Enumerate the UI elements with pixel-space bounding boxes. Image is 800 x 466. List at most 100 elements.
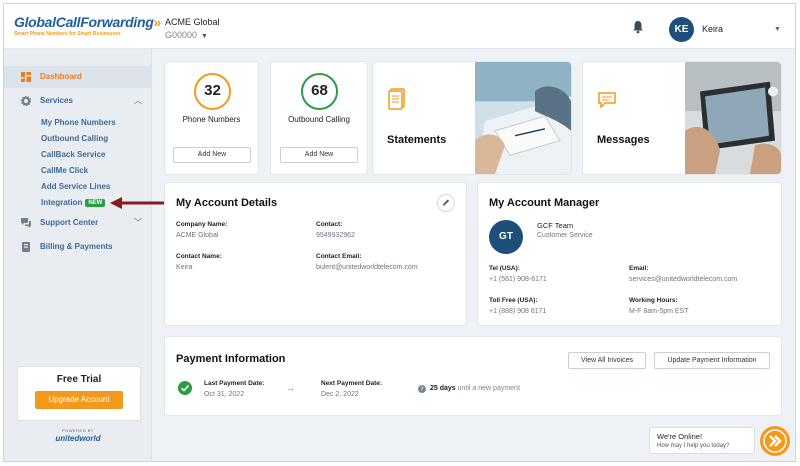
top-bar: GlobalCallForwarding» Smart Phone Number… — [4, 4, 795, 49]
powered-by-label: POWERED BY — [61, 428, 95, 433]
sidebar-subitem-outbound-calling[interactable]: Outbound Calling — [41, 134, 108, 143]
logo-tagline: Smart Phone Numbers for Smart Businesses — [14, 31, 121, 37]
user-menu-chevron-icon[interactable]: ▼ — [774, 26, 781, 33]
manager-tel-label: Tel (USA): — [489, 265, 520, 272]
chat-bubble[interactable]: We're Online! How may I help you today? — [649, 427, 755, 454]
messages-photo — [685, 62, 781, 174]
sidebar-item-label: Support Center — [40, 218, 99, 227]
chat-title: We're Online! — [657, 432, 703, 441]
phone-numbers-count: 32 — [194, 73, 231, 110]
powered-by: POWERED BY unitedworld — [54, 428, 102, 443]
contact-label: Contact: — [316, 221, 343, 228]
outbound-calling-card: 68 Outbound Calling Add New — [270, 61, 368, 175]
check-circle-icon — [178, 381, 192, 395]
sidebar-subitem-label: Integration — [41, 198, 83, 207]
double-chevron-icon — [763, 429, 787, 453]
account-details-card: My Account Details Company Name: ACME Gl… — [164, 182, 467, 326]
view-all-invoices-button[interactable]: View All Invoices — [568, 352, 646, 369]
chat-icon — [21, 218, 31, 228]
sidebar-item-support-center[interactable]: Support Center ﹀ — [4, 212, 152, 234]
contact-name-value: Keira — [176, 264, 193, 271]
manager-email-value: services@unitedworldtelecom.com — [629, 276, 738, 283]
payment-info-card: Payment Information View All Invoices Up… — [164, 336, 782, 416]
sidebar-item-billing[interactable]: Billing & Payments — [4, 236, 152, 258]
sidebar-subitem-add-service-lines[interactable]: Add Service Lines — [41, 182, 110, 191]
manager-name: GCF Team — [537, 221, 574, 230]
chat-launcher-button[interactable] — [760, 426, 790, 456]
add-phone-number-button[interactable]: Add New — [173, 147, 251, 163]
company-name-value: ACME Global — [176, 232, 219, 239]
sidebar-item-label: Billing & Payments — [40, 242, 113, 251]
sidebar-subitem-callme-click[interactable]: CallMe Click — [41, 166, 88, 175]
contact-email-label: Contact Email: — [316, 253, 362, 260]
phone-numbers-label: Phone Numbers — [182, 115, 241, 124]
payment-info-title: Payment Information — [176, 353, 286, 365]
statements-card[interactable]: Statements — [372, 61, 572, 175]
company-id: G00000 — [165, 30, 198, 40]
payment-countdown: 25 days until a new payment — [430, 385, 520, 392]
sidebar: Dashboard Services ︿ My Phone Numbers Ou… — [4, 49, 152, 461]
brand-logo[interactable]: GlobalCallForwarding» Smart Phone Number… — [14, 14, 161, 42]
free-trial-title: Free Trial — [56, 374, 102, 385]
bell-icon[interactable] — [632, 20, 644, 34]
chat-subtitle: How may I help you today? — [657, 443, 730, 449]
app-window: GlobalCallForwarding» Smart Phone Number… — [3, 3, 796, 462]
sidebar-item-dashboard[interactable]: Dashboard — [4, 66, 152, 88]
messages-title: Messages — [597, 134, 650, 146]
svg-text:?: ? — [420, 386, 423, 393]
new-badge: NEW — [85, 198, 106, 207]
chevron-up-icon[interactable]: ︿ — [134, 90, 142, 112]
chevron-down-icon: ▼ — [201, 33, 208, 40]
billing-icon — [22, 242, 30, 252]
contact-value: 9549932962 — [316, 232, 355, 239]
manager-tollfree-value: +1 (888) 908 6171 — [489, 308, 547, 315]
manager-hours-label: Working Hours: — [629, 297, 678, 304]
update-payment-info-button[interactable]: Update Payment Information — [654, 352, 770, 369]
pencil-icon — [442, 199, 450, 206]
edit-account-button[interactable] — [437, 194, 455, 212]
logo-name: GlobalCallForwarding — [14, 14, 154, 30]
arrow-right-icon: → — [286, 383, 295, 393]
last-payment-value: Oct 31, 2022 — [204, 391, 245, 398]
company-selector[interactable]: ACME Global G00000 ▼ — [165, 17, 220, 40]
company-name: ACME Global — [165, 17, 220, 27]
free-trial-card: Free Trial Upgrade Account — [17, 366, 141, 421]
dashboard-icon — [21, 72, 31, 82]
statements-icon — [388, 88, 405, 110]
add-outbound-calling-button[interactable]: Add New — [280, 147, 358, 163]
messages-card[interactable]: Messages — [582, 61, 782, 175]
messages-icon — [598, 92, 616, 108]
logo-chevron-icon: » — [153, 14, 161, 30]
outbound-calling-label: Outbound Calling — [288, 115, 350, 124]
next-payment-value: Dec 2, 2022 — [321, 391, 359, 398]
sidebar-subitem-my-phone-numbers[interactable]: My Phone Numbers — [41, 118, 116, 127]
upgrade-account-button[interactable]: Upgrade Account — [35, 391, 123, 409]
account-manager-title: My Account Manager — [489, 197, 600, 209]
unitedworld-logo: unitedworld — [55, 434, 101, 443]
outbound-calling-count: 68 — [301, 73, 338, 110]
phone-numbers-card: 32 Phone Numbers Add New — [164, 61, 259, 175]
next-payment-label: Next Payment Date: — [321, 380, 383, 387]
manager-tel-value: +1 (561) 908-6171 — [489, 276, 547, 283]
chevron-down-icon[interactable]: ﹀ — [134, 212, 142, 234]
sidebar-subitem-integration[interactable]: Integration NEW — [41, 198, 106, 207]
user-name[interactable]: Keira — [702, 24, 723, 34]
gear-icon — [21, 96, 31, 106]
manager-avatar: GT — [489, 220, 523, 254]
manager-tollfree-label: Toll Free (USA): — [489, 297, 538, 304]
sidebar-item-services[interactable]: Services ︿ — [4, 90, 152, 112]
manager-role: Customer Service — [537, 232, 593, 239]
last-payment-label: Last Payment Date: — [204, 380, 265, 387]
sidebar-item-label: Dashboard — [40, 72, 82, 81]
company-id-row: G00000 ▼ — [165, 30, 220, 40]
logo-wordmark: GlobalCallForwarding» — [14, 14, 161, 30]
statements-photo — [475, 62, 571, 174]
sidebar-subitem-callback-service[interactable]: CallBack Service — [41, 150, 106, 159]
sidebar-item-label: Services — [40, 96, 73, 105]
days-remaining: 25 days — [430, 385, 456, 392]
contact-name-label: Contact Name: — [176, 253, 222, 260]
days-remaining-suffix: until a new payment — [457, 385, 520, 392]
company-name-label: Company Name: — [176, 221, 228, 228]
avatar[interactable]: KE — [669, 17, 694, 42]
account-details-title: My Account Details — [176, 197, 278, 209]
